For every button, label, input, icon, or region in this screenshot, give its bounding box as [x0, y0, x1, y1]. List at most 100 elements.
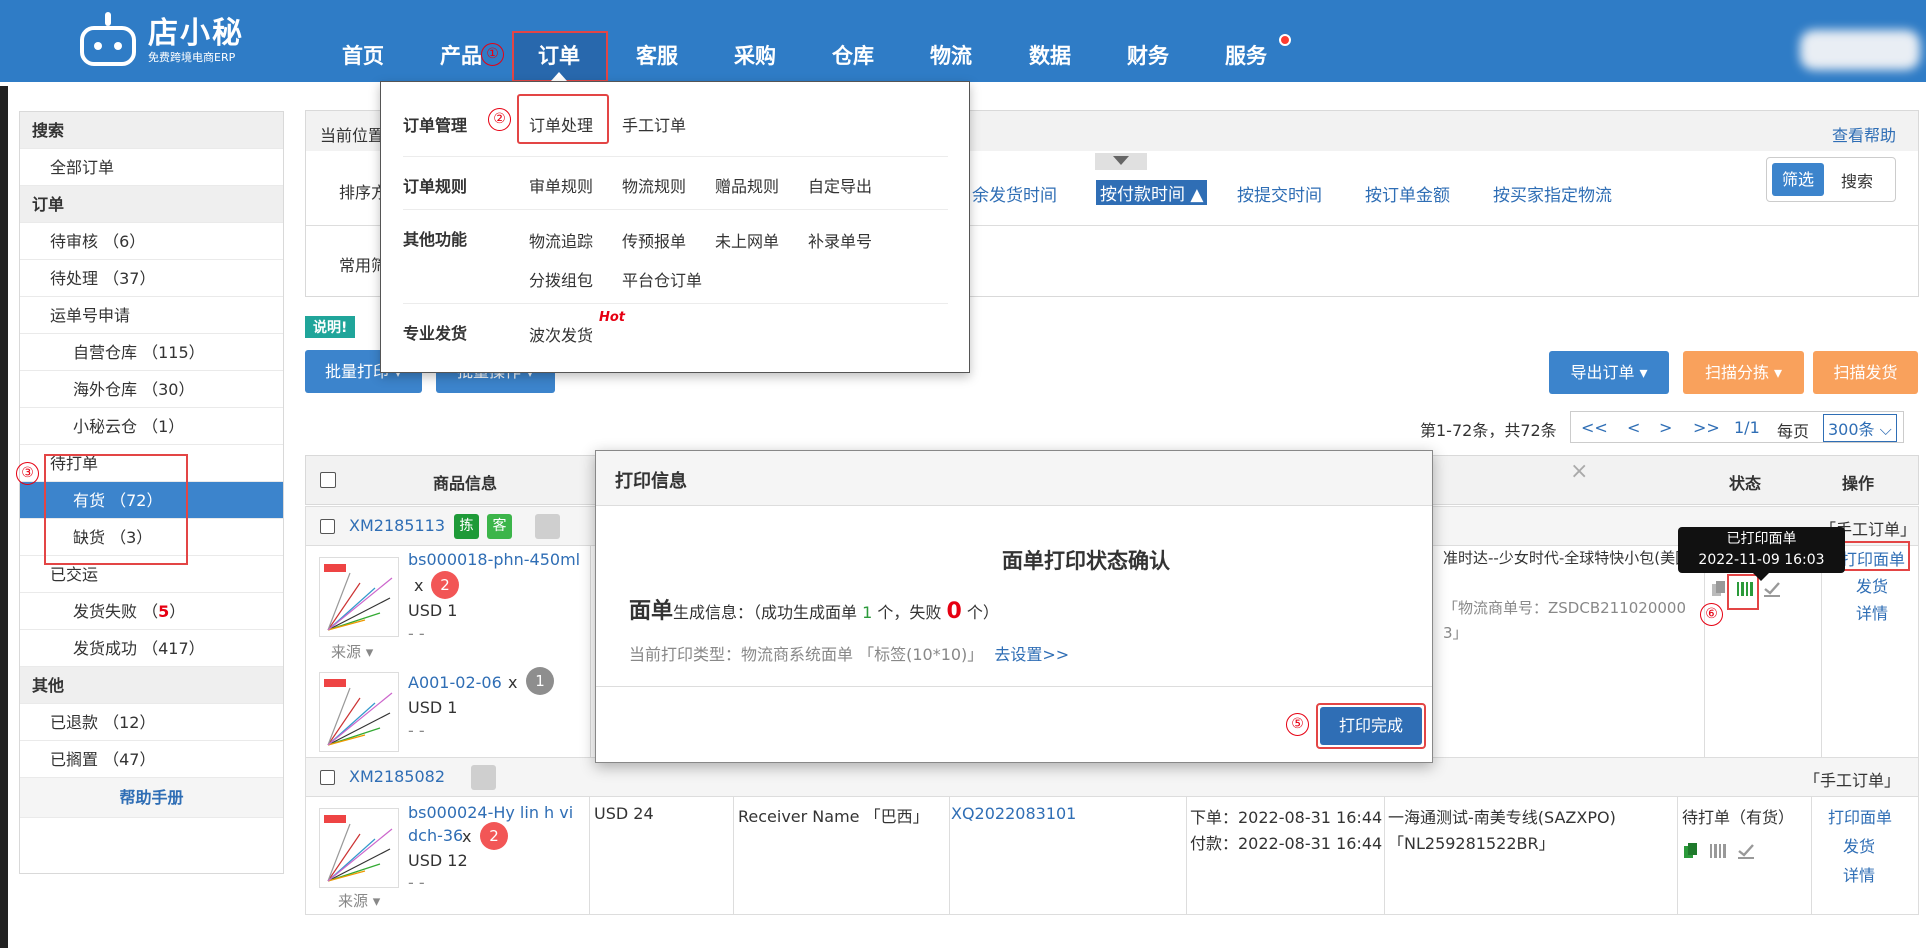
menu-item-upload-forecast[interactable]: 传预报单 — [622, 228, 686, 252]
nav-products[interactable]: 产品 — [440, 40, 482, 70]
barcode-icon[interactable] — [1709, 842, 1729, 864]
per-page-value: 300条 — [1828, 420, 1875, 439]
page-next-button[interactable]: > — [1659, 418, 1672, 437]
tooltip-time: 2022-11-09 16:03 — [1698, 552, 1825, 568]
location-label: 当前位置 — [320, 126, 385, 145]
sidebar-item-pending-review[interactable]: 待审核 （6） — [20, 223, 283, 260]
menu-item-supplement-number[interactable]: 补录单号 — [808, 228, 872, 252]
qty-badge: 2 — [480, 822, 508, 850]
sort-remaining-ship-time[interactable]: 余发货时间 — [972, 181, 1057, 206]
menu-item-custom-export[interactable]: 自定导出 — [808, 173, 872, 197]
sort-submit-time[interactable]: 按提交时间 — [1237, 181, 1322, 206]
highlight-box-done: 打印完成 — [1316, 703, 1426, 749]
ship-check-icon[interactable] — [1737, 842, 1755, 864]
sidebar-item-pending-process[interactable]: 待处理 （37） — [20, 260, 283, 297]
menu-item-logistics-tracking[interactable]: 物流追踪 — [529, 228, 593, 252]
details-link[interactable]: 详情 — [1843, 862, 1875, 886]
menu-item-not-online[interactable]: 未上网单 — [715, 228, 779, 252]
page-first-button[interactable]: << — [1581, 418, 1608, 437]
notification-dot-icon — [1279, 34, 1291, 46]
window-edge — [0, 86, 8, 948]
gen-text-a: 生成信息：（成功生成面单 — [673, 603, 863, 622]
sort-pay-time[interactable]: 按付款时间 ▲ — [1096, 180, 1208, 205]
product-thumbnail[interactable] — [319, 672, 399, 752]
sidebar-item-overseas-warehouse[interactable]: 海外仓库 （30） — [20, 371, 283, 408]
collapse-toggle[interactable] — [1095, 153, 1147, 170]
item-sku-link[interactable]: A001-02-06 — [408, 673, 502, 692]
tab-search[interactable]: 搜索 — [1841, 168, 1873, 192]
sidebar-item-ship-success[interactable]: 发货成功 （417） — [20, 630, 283, 667]
menu-item-wave-shipping[interactable]: 波次发货 — [529, 322, 593, 346]
copy-icon[interactable] — [1683, 842, 1699, 864]
nav-orders[interactable]: 订单 — [538, 40, 580, 70]
nav-data[interactable]: 数据 — [1029, 40, 1071, 70]
brand-logo[interactable]: 店小秘 免费跨境电商ERP — [76, 12, 244, 70]
tab-filter[interactable]: 筛选 — [1772, 163, 1824, 196]
customer-tag: 客 — [487, 514, 512, 539]
menu-item-manual-order[interactable]: 手工订单 — [622, 112, 686, 136]
nav-home[interactable]: 首页 — [342, 40, 384, 70]
print-done-button[interactable]: 打印完成 — [1320, 707, 1422, 745]
sidebar-item-on-hold[interactable]: 已搁置 （47） — [20, 741, 283, 778]
export-orders-button[interactable]: 导出订单 ▾ — [1549, 351, 1669, 394]
order-id-link[interactable]: XM2185113 — [349, 516, 445, 535]
menu-item-logistics-rules[interactable]: 物流规则 — [622, 173, 686, 197]
sort-order-amount[interactable]: 按订单金额 — [1365, 181, 1450, 206]
ship-link[interactable]: 发货 — [1843, 833, 1875, 857]
order-ref-link[interactable]: XQ2022083101 — [951, 804, 1076, 823]
gen-text-c: 个） — [961, 603, 999, 622]
menu-item-gift-rules[interactable]: 赠品规则 — [715, 173, 779, 197]
product-thumbnail[interactable] — [319, 557, 399, 637]
nav-logistics[interactable]: 物流 — [930, 40, 972, 70]
nav-service[interactable]: 服务 — [1225, 40, 1267, 70]
sidebar-item-waybill-apply[interactable]: 运单号申请 — [20, 297, 283, 334]
nav-warehouse[interactable]: 仓库 — [832, 40, 874, 70]
sidebar-item-refunded[interactable]: 已退款 （12） — [20, 704, 283, 741]
flag-tag[interactable] — [471, 765, 496, 790]
sidebar-item-ship-failed[interactable]: 发货失败 （5） — [20, 593, 283, 630]
settings-link[interactable]: 去设置>> — [994, 645, 1069, 664]
col-ops-header: 操作 — [1842, 474, 1875, 493]
per-page-select[interactable]: 300条 ⌵ — [1823, 414, 1897, 442]
nav-finance[interactable]: 财务 — [1127, 40, 1169, 70]
page-last-button[interactable]: >> — [1693, 418, 1720, 437]
user-avatar[interactable] — [1800, 30, 1920, 70]
flag-tag[interactable] — [535, 514, 560, 539]
product-thumbnail[interactable] — [319, 808, 399, 888]
sidebar-help-manual[interactable]: 帮助手册 — [20, 778, 283, 818]
menu-item-group-package[interactable]: 分拨组包 — [529, 267, 593, 291]
qty-x: x — [414, 576, 424, 595]
nav-customer-service[interactable]: 客服 — [636, 40, 678, 70]
select-all-checkbox[interactable] — [320, 472, 336, 488]
print-type-text: 当前打印类型：物流商系统面单 「标签(10*10)」 — [629, 645, 984, 664]
nav-purchase[interactable]: 采购 — [734, 40, 776, 70]
marker-3: ③ — [16, 462, 39, 485]
ship-link[interactable]: 发货 — [1856, 573, 1888, 597]
scan-ship-button[interactable]: 扫描发货 — [1813, 351, 1918, 394]
menu-item-platform-warehouse[interactable]: 平台仓订单 — [622, 267, 702, 291]
sidebar-item-cloud-warehouse[interactable]: 小秘云仓 （1） — [20, 408, 283, 445]
help-link[interactable]: 查看帮助 — [1832, 122, 1896, 146]
source-dropdown[interactable]: 来源 ▾ — [338, 890, 380, 911]
note-badge: 说明! — [305, 316, 356, 338]
page-prev-button[interactable]: < — [1627, 418, 1640, 437]
modal-close-icon[interactable]: × — [1570, 459, 1588, 484]
ship-check-icon[interactable] — [1763, 580, 1781, 602]
order-checkbox[interactable] — [320, 519, 335, 534]
details-link[interactable]: 详情 — [1856, 600, 1888, 624]
sort-buyer-logistics[interactable]: 按买家指定物流 — [1493, 181, 1612, 206]
copy-icon[interactable] — [1711, 580, 1727, 602]
logistics-cell: 准时达--少女时代-全球特快小包(美国) 「物流商单号：ZSDCB2110200… — [1436, 546, 1704, 736]
source-dropdown[interactable]: 来源 ▾ — [331, 641, 373, 662]
sidebar-item-all-orders[interactable]: 全部订单 — [20, 149, 283, 186]
scan-sort-button[interactable]: 扫描分拣 ▾ — [1683, 351, 1804, 394]
order-checkbox[interactable] — [320, 770, 335, 785]
qty-x: x — [462, 827, 472, 846]
print-label-link[interactable]: 打印面单 — [1828, 804, 1892, 828]
order-id-link[interactable]: XM2185082 — [349, 767, 445, 786]
sidebar-item-own-warehouse[interactable]: 自营仓库 （115） — [20, 334, 283, 371]
item-sku-link[interactable]: bs000018-phn-450ml — [408, 550, 580, 569]
menu-item-review-rules[interactable]: 审单规则 — [529, 173, 593, 197]
menu-item-order-process[interactable]: 订单处理 — [529, 112, 593, 136]
nav-caret-icon — [551, 72, 567, 81]
